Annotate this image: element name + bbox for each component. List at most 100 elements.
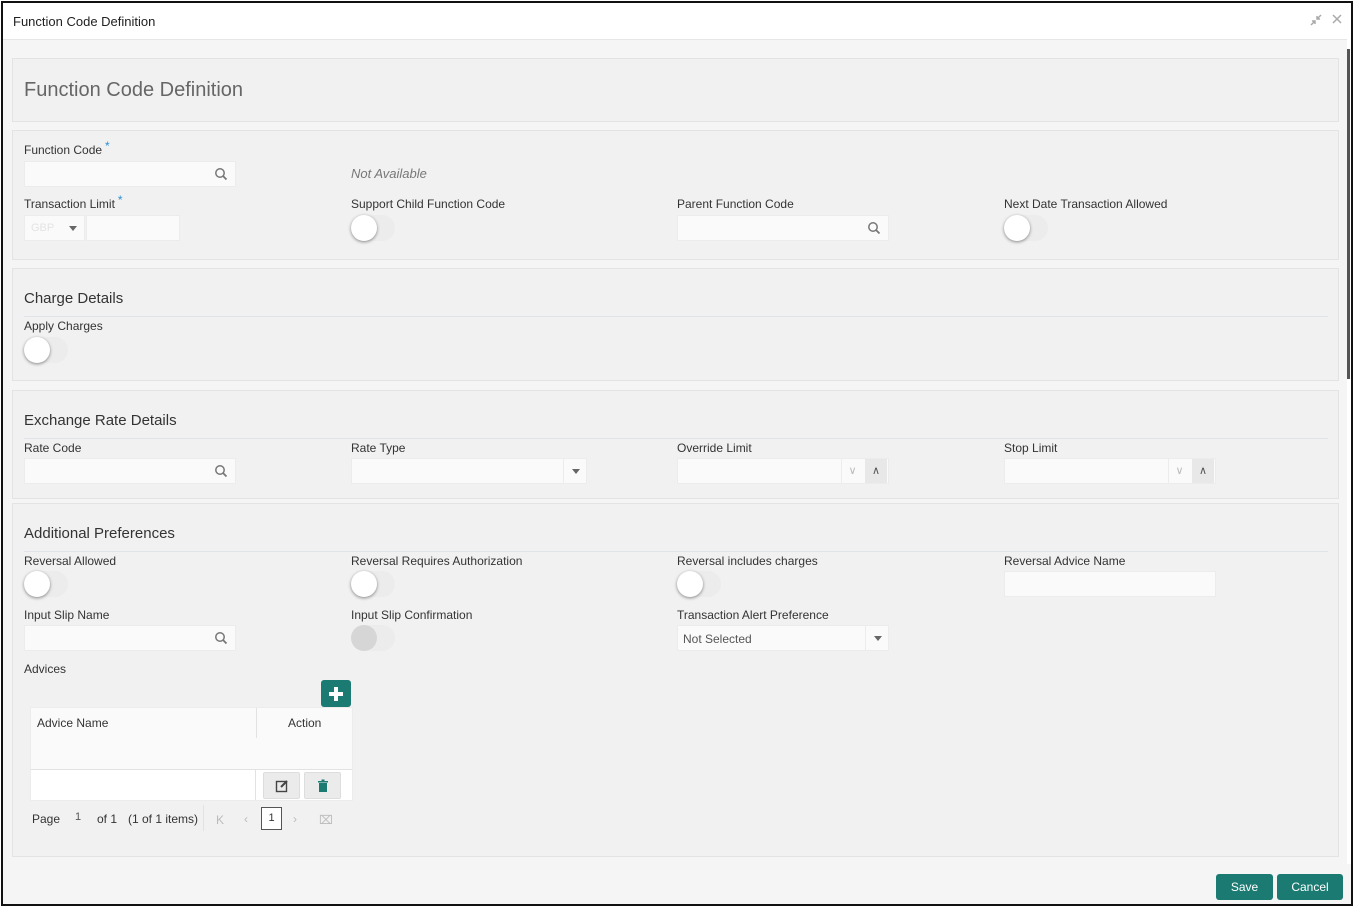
main-details-panel: Function Code * Not Available Transaction…	[12, 130, 1339, 260]
stop-limit-label: Stop Limit	[1004, 441, 1058, 455]
first-page-icon[interactable]: K	[216, 813, 224, 827]
close-icon[interactable]	[1331, 13, 1343, 28]
pager-page-input[interactable]: 1	[75, 811, 81, 823]
next-date-transaction-allowed-toggle[interactable]	[1004, 215, 1048, 241]
page-header-panel: Function Code Definition	[12, 58, 1339, 122]
apply-charges-label: Apply Charges	[24, 319, 103, 333]
window: Function Code Definition Function Code D…	[1, 1, 1353, 906]
scrollbar-thumb[interactable]	[1347, 49, 1350, 379]
function-code-status: Not Available	[351, 166, 427, 181]
vertical-scrollbar[interactable]	[1347, 39, 1351, 864]
footer: Save Cancel	[3, 864, 1351, 904]
save-button[interactable]: Save	[1216, 874, 1273, 900]
decrement-icon[interactable]: ∨	[841, 459, 863, 483]
transaction-alert-preference-label: Transaction Alert Preference	[677, 608, 829, 622]
add-advice-button[interactable]	[321, 680, 351, 707]
rate-code-label: Rate Code	[24, 441, 82, 455]
section-divider	[24, 316, 1328, 317]
increment-icon[interactable]: ∧	[865, 459, 887, 483]
toggle-knob	[1004, 215, 1030, 241]
reversal-advice-name-input[interactable]	[1004, 571, 1216, 597]
search-icon[interactable]	[867, 221, 881, 235]
column-header-advice-name: Advice Name	[37, 716, 109, 730]
exchange-rate-details-panel: Exchange Rate Details Rate Code Rate Typ…	[12, 390, 1339, 499]
section-divider	[24, 551, 1328, 552]
trash-icon	[318, 779, 328, 792]
toggle-knob	[351, 625, 377, 651]
stop-limit-input[interactable]: ∨ ∧	[1004, 458, 1216, 484]
chevron-down-icon	[69, 226, 77, 231]
transaction-limit-label: Transaction Limit *	[24, 193, 123, 211]
override-limit-input[interactable]: ∨ ∧	[677, 458, 889, 484]
currency-select[interactable]: GBP	[24, 215, 85, 241]
input-slip-name-input[interactable]	[24, 625, 236, 651]
grid-header: Advice Name Action	[31, 708, 352, 770]
next-date-transaction-allowed-label: Next Date Transaction Allowed	[1004, 197, 1168, 211]
transaction-alert-preference-select[interactable]: Not Selected	[677, 625, 889, 651]
override-limit-label: Override Limit	[677, 441, 752, 455]
transaction-alert-preference-value: Not Selected	[683, 632, 752, 646]
table-row	[31, 770, 352, 800]
reversal-allowed-toggle[interactable]	[24, 571, 68, 597]
apply-charges-toggle[interactable]	[24, 337, 68, 363]
toggle-knob	[24, 337, 50, 363]
support-child-function-code-label: Support Child Function Code	[351, 197, 506, 211]
charge-details-panel: Charge Details Apply Charges	[12, 268, 1339, 381]
title-bar: Function Code Definition	[3, 3, 1351, 39]
chevron-down-icon	[572, 469, 580, 474]
current-page-button[interactable]: 1	[261, 807, 282, 830]
reversal-allowed-label: Reversal Allowed	[24, 554, 117, 568]
next-page-icon[interactable]: ›	[293, 812, 297, 826]
function-code-label: Function Code *	[24, 139, 110, 157]
window-title: Function Code Definition	[13, 14, 156, 29]
advices-label: Advices	[24, 662, 67, 676]
collapse-arrows-icon[interactable]	[1309, 13, 1323, 30]
reversal-includes-charges-toggle[interactable]	[677, 571, 721, 597]
toggle-knob	[351, 215, 377, 241]
input-slip-confirmation-toggle[interactable]	[351, 625, 395, 651]
pager-of-label: of 1	[97, 812, 118, 826]
charge-details-title: Charge Details	[24, 290, 124, 307]
parent-function-code-label: Parent Function Code	[677, 197, 794, 211]
chevron-down-icon	[874, 636, 882, 641]
search-icon[interactable]	[214, 464, 228, 478]
last-page-icon[interactable]: ⌧	[319, 813, 333, 827]
decrement-icon[interactable]: ∨	[1168, 459, 1190, 483]
previous-page-icon[interactable]: ‹	[244, 812, 248, 826]
toggle-knob	[351, 571, 377, 597]
transaction-limit-amount-input[interactable]	[86, 215, 180, 241]
rate-type-select[interactable]	[351, 458, 587, 484]
reversal-includes-charges-label: Reversal includes charges	[677, 554, 818, 568]
advices-grid: Advice Name Action	[30, 707, 353, 801]
pager-items-label: (1 of 1 items)	[128, 812, 199, 826]
input-slip-confirmation-label: Input Slip Confirmation	[351, 608, 473, 622]
reversal-advice-name-label: Reversal Advice Name	[1004, 554, 1126, 568]
delete-button[interactable]	[304, 772, 341, 799]
page-title: Function Code Definition	[24, 79, 244, 101]
function-code-input[interactable]	[24, 161, 236, 187]
reversal-requires-authorization-toggle[interactable]	[351, 571, 395, 597]
parent-function-code-input[interactable]	[677, 215, 889, 241]
search-icon[interactable]	[214, 631, 228, 645]
cancel-button[interactable]: Cancel	[1277, 874, 1343, 900]
additional-preferences-title: Additional Preferences	[24, 525, 175, 542]
edit-button[interactable]	[263, 772, 300, 799]
section-divider	[24, 438, 1328, 439]
support-child-function-code-toggle[interactable]	[351, 215, 395, 241]
edit-icon	[275, 780, 288, 793]
pager-page-label: Page	[32, 812, 61, 826]
form-body: Function Code Definition Function Code * …	[3, 39, 1347, 864]
currency-placeholder: GBP	[31, 222, 55, 234]
additional-preferences-panel: Additional Preferences Reversal Allowed …	[12, 503, 1339, 857]
search-icon[interactable]	[214, 167, 228, 181]
increment-icon[interactable]: ∧	[1192, 459, 1214, 483]
exchange-rate-details-title: Exchange Rate Details	[24, 412, 177, 429]
toggle-knob	[24, 571, 50, 597]
rate-code-input[interactable]	[24, 458, 236, 484]
rate-type-label: Rate Type	[351, 441, 406, 455]
toggle-knob	[677, 571, 703, 597]
input-slip-name-label: Input Slip Name	[24, 608, 110, 622]
advice-name-cell[interactable]	[31, 770, 256, 800]
column-header-action: Action	[288, 716, 322, 730]
reversal-requires-authorization-label: Reversal Requires Authorization	[351, 554, 523, 568]
